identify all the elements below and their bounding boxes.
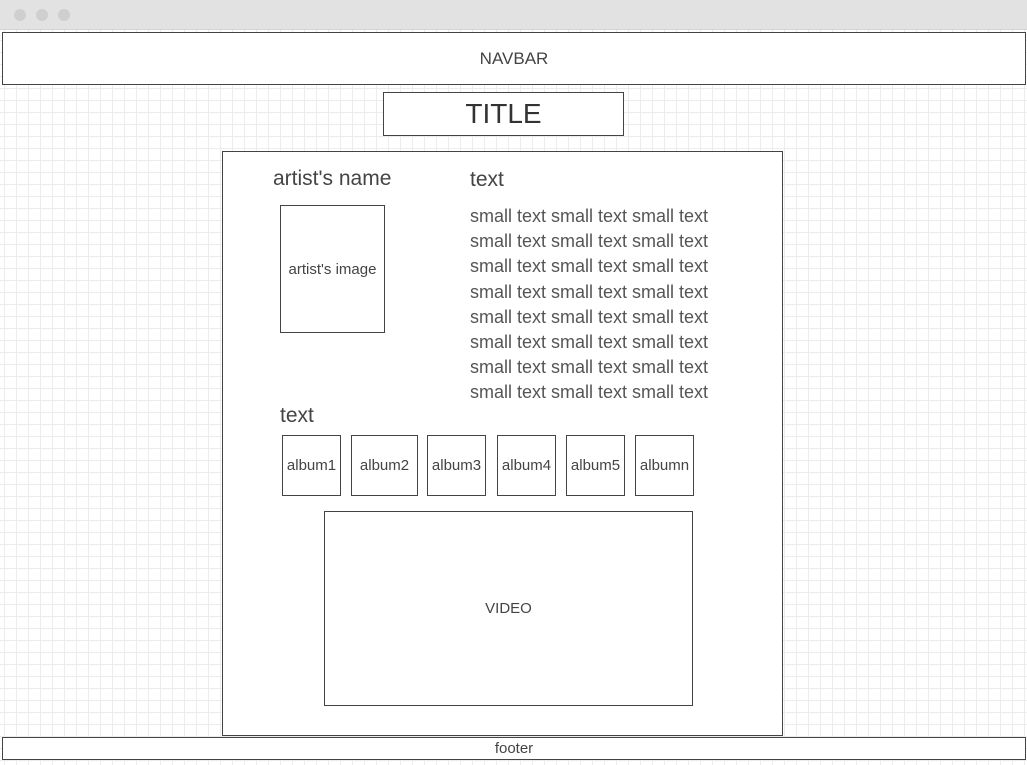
album-tile-1[interactable]: album1 <box>282 435 341 496</box>
albums-heading: text <box>280 404 314 427</box>
bio-line: small text small text small text <box>470 357 709 378</box>
bio-line: small text small text small text <box>470 382 709 403</box>
bio-line: small text small text small text <box>470 332 709 353</box>
bio-line: small text small text small text <box>470 206 709 226</box>
album-tile-3[interactable]: album3 <box>427 435 486 496</box>
bio-heading: text <box>470 168 504 191</box>
app-window: NAVBAR TITLE artist's name artist's imag… <box>0 0 1027 765</box>
artist-name: artist's name <box>273 167 392 190</box>
video-player[interactable]: VIDEO <box>324 511 693 706</box>
window-titlebar <box>0 0 1027 30</box>
window-close-icon[interactable] <box>14 9 26 21</box>
album-tile-5[interactable]: album5 <box>566 435 625 496</box>
navbar[interactable]: NAVBAR <box>2 32 1026 85</box>
bio-line: small text small text small text <box>470 281 709 302</box>
bio-text: small text small text small text small t… <box>470 204 770 406</box>
bio-line: small text small text small text <box>470 306 709 327</box>
bio-line: small text small text small text <box>470 256 709 277</box>
bio-line: small text small text small text <box>470 231 709 252</box>
album-tile-2[interactable]: album2 <box>351 435 418 496</box>
album-tile-4[interactable]: album4 <box>497 435 556 496</box>
window-minimize-icon[interactable] <box>36 9 48 21</box>
artist-panel: artist's name artist's image text small … <box>222 151 783 736</box>
window-maximize-icon[interactable] <box>58 9 70 21</box>
footer: footer <box>2 737 1026 760</box>
album-tile-n[interactable]: albumn <box>635 435 694 496</box>
artist-image: artist's image <box>280 205 385 333</box>
page-title: TITLE <box>383 92 624 136</box>
